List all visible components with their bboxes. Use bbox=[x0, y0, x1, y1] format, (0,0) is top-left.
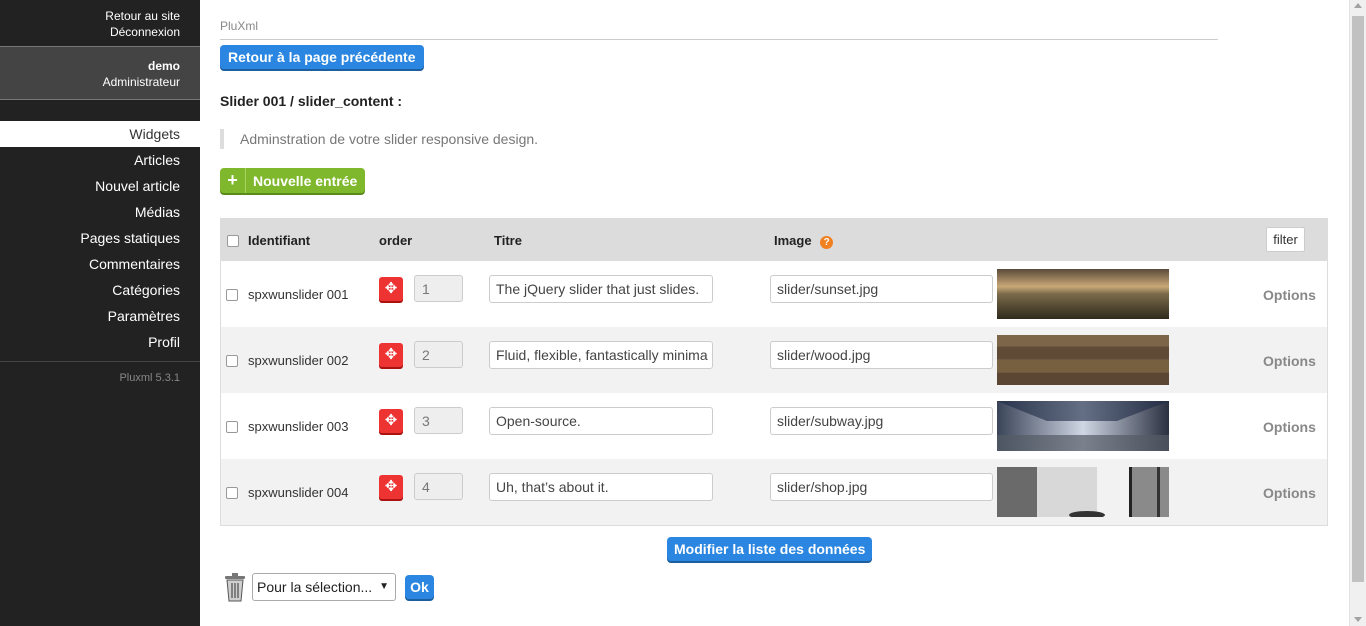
table-row: spxwunslider 004 ✥ Options bbox=[221, 459, 1327, 525]
modify-list-button[interactable]: Modifier la liste des données bbox=[667, 537, 873, 561]
table-header: Identifiant order Titre Image ? filter bbox=[221, 218, 1327, 261]
selection-action-select[interactable]: Pour la sélection... ▼ bbox=[252, 573, 396, 601]
row-checkbox[interactable] bbox=[226, 421, 238, 433]
scrollbar-thumb[interactable] bbox=[1352, 16, 1364, 582]
image-path-input[interactable] bbox=[770, 473, 993, 501]
sidebar-item-media[interactable]: Médias bbox=[0, 199, 200, 225]
order-input[interactable] bbox=[414, 275, 463, 302]
title-input[interactable] bbox=[489, 275, 713, 303]
image-path-input[interactable] bbox=[770, 407, 993, 435]
sidebar-divider bbox=[0, 361, 200, 362]
main-content: PluXml Retour à la page précédente Slide… bbox=[220, 0, 1330, 626]
row-checkbox[interactable] bbox=[226, 487, 238, 499]
move-handle-icon[interactable]: ✥ bbox=[379, 343, 403, 367]
scroll-up-arrow-icon[interactable] bbox=[1354, 3, 1362, 8]
options-link[interactable]: Options bbox=[1263, 353, 1316, 369]
sidebar-item-widgets[interactable]: Widgets bbox=[0, 121, 200, 147]
header-divider bbox=[220, 39, 1218, 40]
options-link[interactable]: Options bbox=[1263, 485, 1316, 501]
breadcrumb: PluXml bbox=[220, 19, 259, 33]
title-input[interactable] bbox=[489, 407, 713, 435]
sidebar-top-links: Retour au site Déconnexion bbox=[0, 0, 200, 47]
selection-action-value: Pour la sélection... bbox=[257, 579, 373, 595]
chevron-down-icon: ▼ bbox=[379, 581, 389, 592]
order-input[interactable] bbox=[414, 473, 463, 500]
order-input[interactable] bbox=[414, 341, 463, 368]
title-input[interactable] bbox=[489, 341, 713, 369]
options-link[interactable]: Options bbox=[1263, 287, 1316, 303]
plus-icon: + bbox=[220, 168, 246, 193]
move-handle-icon[interactable]: ✥ bbox=[379, 277, 403, 301]
logout-link[interactable]: Déconnexion bbox=[0, 24, 180, 40]
header-identifiant: Identifiant bbox=[248, 233, 311, 248]
row-checkbox[interactable] bbox=[226, 289, 238, 301]
scroll-down-arrow-icon[interactable] bbox=[1354, 617, 1362, 622]
thumbnail-subway bbox=[997, 401, 1169, 451]
sidebar-item-articles[interactable]: Articles bbox=[0, 147, 200, 173]
slider-table: Identifiant order Titre Image ? filter s… bbox=[220, 218, 1328, 526]
table-row: spxwunslider 003 ✥ Options bbox=[221, 393, 1327, 459]
row-identifiant: spxwunslider 002 bbox=[248, 353, 349, 368]
vertical-scrollbar[interactable] bbox=[1349, 0, 1366, 626]
table-row: spxwunslider 002 ✥ Options bbox=[221, 327, 1327, 393]
header-titre: Titre bbox=[494, 233, 522, 248]
sidebar-item-static-pages[interactable]: Pages statiques bbox=[0, 225, 200, 251]
image-path-input[interactable] bbox=[770, 341, 993, 369]
move-handle-icon[interactable]: ✥ bbox=[379, 409, 403, 433]
help-icon[interactable]: ? bbox=[820, 236, 834, 249]
thumbnail-wood bbox=[997, 335, 1169, 385]
row-checkbox[interactable] bbox=[226, 355, 238, 367]
header-image: Image ? bbox=[774, 233, 834, 249]
ok-button[interactable]: Ok bbox=[405, 575, 434, 599]
back-button[interactable]: Retour à la page précédente bbox=[220, 45, 424, 69]
sidebar-item-new-article[interactable]: Nouvel article bbox=[0, 173, 200, 199]
trash-icon bbox=[225, 573, 245, 602]
user-role: Administrateur bbox=[102, 75, 180, 89]
version-label: Pluxml 5.3.1 bbox=[119, 372, 180, 384]
new-entry-button[interactable]: + Nouvelle entrée bbox=[220, 168, 366, 193]
header-order: order bbox=[379, 233, 413, 248]
move-handle-icon[interactable]: ✥ bbox=[379, 475, 403, 499]
row-identifiant: spxwunslider 004 bbox=[248, 485, 349, 500]
sidebar-item-comments[interactable]: Commentaires bbox=[0, 251, 200, 277]
user-name: demo bbox=[147, 59, 180, 73]
filter-button[interactable]: filter bbox=[1266, 227, 1305, 252]
options-link[interactable]: Options bbox=[1263, 419, 1316, 435]
sidebar: Retour au site Déconnexion demo Administ… bbox=[0, 0, 200, 626]
title-input[interactable] bbox=[489, 473, 713, 501]
thumbnail-sunset bbox=[997, 269, 1169, 319]
sidebar-menu: Widgets Articles Nouvel article Médias P… bbox=[0, 121, 200, 355]
sidebar-item-settings[interactable]: Paramètres bbox=[0, 303, 200, 329]
sidebar-item-categories[interactable]: Catégories bbox=[0, 277, 200, 303]
table-row: spxwunslider 001 ✥ Options bbox=[221, 261, 1327, 327]
header-image-label: Image bbox=[774, 233, 812, 248]
thumbnail-shop bbox=[997, 467, 1169, 517]
order-input[interactable] bbox=[414, 407, 463, 434]
row-identifiant: spxwunslider 001 bbox=[248, 287, 349, 302]
select-all-checkbox[interactable] bbox=[227, 235, 239, 247]
sidebar-item-profile[interactable]: Profil bbox=[0, 329, 200, 355]
image-path-input[interactable] bbox=[770, 275, 993, 303]
page-description: Adminstration de votre slider responsive… bbox=[220, 129, 538, 149]
page-title: Slider 001 / slider_content : bbox=[220, 93, 403, 109]
back-to-site-link[interactable]: Retour au site bbox=[0, 8, 180, 24]
row-identifiant: spxwunslider 003 bbox=[248, 419, 349, 434]
new-entry-label: Nouvelle entrée bbox=[253, 172, 358, 189]
user-info: demo Administrateur bbox=[0, 47, 200, 100]
